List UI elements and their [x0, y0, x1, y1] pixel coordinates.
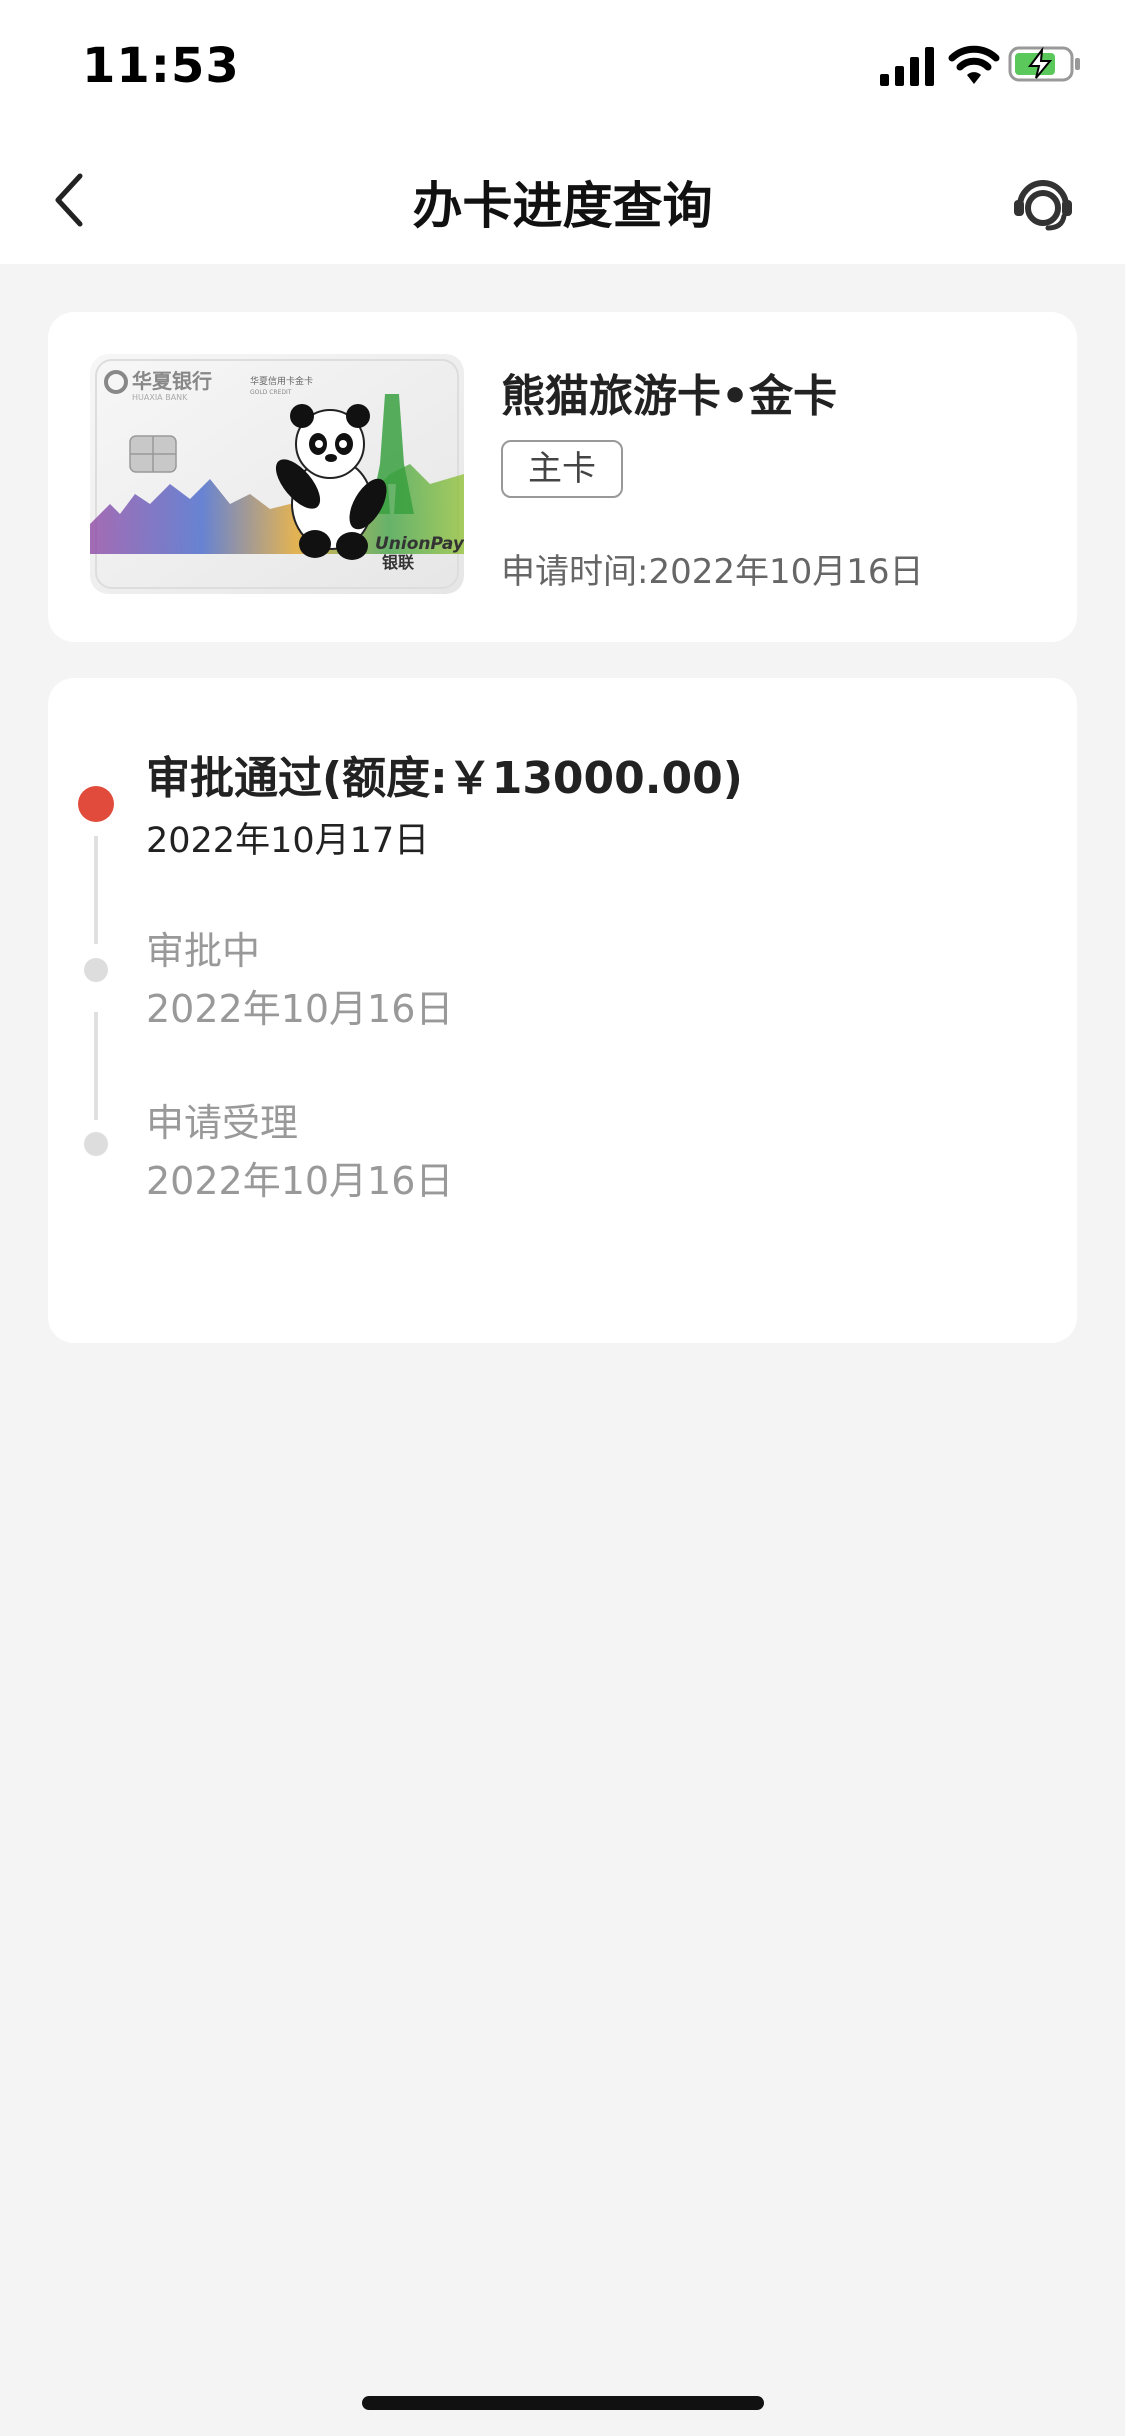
card-type-label: 华夏信用卡金卡 [250, 375, 313, 387]
step-date-reviewing: 2022年10月16日 [146, 987, 454, 1031]
card-bank-name: 华夏银行 [132, 369, 212, 393]
card-type-label-en: GOLD CREDIT [250, 389, 292, 396]
step-date-approved: 2022年10月17日 [146, 821, 430, 861]
step-active-dot [78, 786, 114, 822]
home-indicator[interactable] [362, 2396, 764, 2410]
status-bar: 11:53 [0, 0, 1125, 130]
battery-charging-icon [1008, 46, 1080, 82]
card-name: 熊猫旅游卡•金卡 [501, 371, 838, 422]
step-title-received: 申请受理 [146, 1101, 299, 1145]
step-dot [84, 1132, 108, 1156]
step-title-reviewing: 审批中 [146, 929, 261, 973]
card-network-cn: 银联 [382, 553, 414, 572]
card-network: UnionPay [375, 534, 464, 554]
signal-icon [880, 47, 934, 86]
customer-service-icon[interactable] [1010, 170, 1076, 236]
timeline-line [94, 836, 98, 944]
status-time: 11:53 [82, 38, 240, 94]
card-info-panel: 华夏银行 HUAXIA BANK 华夏信用卡金卡 GOLD CREDIT Uni… [48, 312, 1077, 642]
card-bank-name-en: HUAXIA BANK [132, 393, 188, 402]
step-dot [84, 958, 108, 982]
page-title: 办卡进度查询 [412, 177, 713, 235]
primary-card-badge: 主卡 [501, 440, 623, 498]
step-date-received: 2022年10月16日 [146, 1159, 454, 1203]
progress-panel: 审批通过(额度:￥13000.00) 2022年10月17日 审批中 2022年… [48, 678, 1077, 1343]
step-title-approved: 审批通过(额度:￥13000.00) [146, 753, 743, 804]
apply-time: 申请时间:2022年10月16日 [501, 552, 924, 592]
nav-bar: 办卡进度查询 [0, 130, 1125, 264]
card-image: 华夏银行 HUAXIA BANK 华夏信用卡金卡 GOLD CREDIT Uni… [90, 354, 464, 594]
wifi-icon [948, 45, 1000, 84]
timeline-line [94, 1012, 98, 1120]
